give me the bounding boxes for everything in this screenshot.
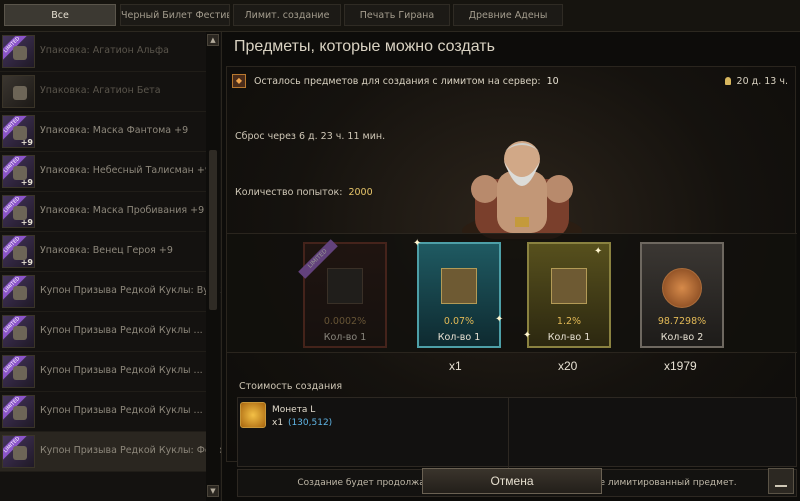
list-item[interactable]: LIMITED +9 Упаковка: Маска Пробивания +9	[0, 192, 206, 232]
reset-timer-text: Сброс через 6 д. 23 ч. 11 мин.	[235, 131, 386, 142]
item-icon: LIMITED	[2, 435, 35, 468]
item-icon: LIMITED +9	[2, 235, 35, 268]
minimize-button[interactable]	[768, 468, 794, 494]
list-item-label: Купон Призыва Редкой Куклы: Вулкан	[40, 285, 222, 296]
list-item[interactable]: LIMITED +9 Упаковка: Небесный Талисман +9	[0, 152, 211, 192]
list-item-label: Упаковка: Маска Пробивания +9	[40, 205, 205, 216]
reward-quantity: Кол-во 1	[437, 332, 481, 343]
reward-item-icon	[441, 268, 477, 304]
reward-multiplier: x20	[558, 359, 578, 373]
list-item[interactable]: LIMITED Купон Призыва Редкой Куклы ...	[0, 392, 206, 432]
list-item[interactable]: LIMITED Купон Призыва Редкой Куклы ...	[0, 352, 206, 392]
reward-multiplier: x1979	[664, 359, 697, 373]
dwarf-character-illustration	[462, 141, 582, 241]
attempts-label: Количество попыток:	[235, 187, 343, 198]
cost-box: Монета L x1 (130,512)	[237, 397, 797, 468]
sparkle-icon: ✦	[523, 330, 532, 341]
craft-item-list: LIMITED Упаковка: Агатион Альфа Упаковка…	[0, 32, 222, 501]
reward-multiplier: x1	[449, 359, 462, 373]
reward-quantity: Кол-во 1	[547, 332, 591, 343]
reward-chance: 0.07%	[443, 316, 475, 327]
cost-required: x1	[272, 418, 284, 428]
reward-chance: 1.2%	[556, 316, 582, 327]
cancel-button[interactable]: Отмена	[422, 468, 602, 494]
scroll-up-button[interactable]: ▲	[207, 34, 219, 46]
list-item-label: Купон Призыва Редкой Куклы ...	[40, 325, 203, 336]
list-item[interactable]: LIMITED +9 Упаковка: Маска Фантома +9	[0, 112, 206, 152]
hourglass-icon	[724, 77, 731, 85]
reward-chance: 98.7298%	[657, 316, 707, 327]
list-item-label: Упаковка: Маска Фантома +9	[40, 125, 189, 136]
item-icon: LIMITED +9	[2, 195, 35, 228]
craft-info-panel: ◆ Осталось предметов для создания с лими…	[226, 66, 797, 497]
reward-item-icon	[551, 268, 587, 304]
enchant-badge: +9	[20, 258, 33, 267]
attempts-value: 2000	[348, 187, 373, 198]
sparkle-icon: ✦	[495, 314, 504, 325]
limit-row: ◆ Осталось предметов для создания с лими…	[232, 72, 792, 92]
item-icon: LIMITED +9	[2, 115, 35, 148]
timer-text: 20 д. 13 ч.	[736, 76, 788, 87]
enchant-badge: +9	[20, 138, 33, 147]
cost-section-title: Стоимость создания	[239, 381, 343, 392]
item-icon: LIMITED	[2, 355, 35, 388]
page-title: Предметы, которые можно создать	[234, 38, 495, 55]
limit-value: 10	[546, 76, 559, 87]
item-icon: LIMITED	[2, 395, 35, 428]
tab-bar: Все Черный Билет Фестиваля Лимит. создан…	[0, 0, 800, 32]
list-item[interactable]: LIMITED +9 Упаковка: Венец Героя +9	[0, 232, 206, 272]
list-item-label: Купон Призыва Редкой Куклы ...	[40, 365, 203, 376]
limit-info: Осталось предметов для создания с лимито…	[254, 76, 559, 87]
reward-card-limited[interactable]: LIMITED 0.0002% Кол-во 1	[298, 239, 387, 348]
item-icon: LIMITED	[2, 315, 35, 348]
reward-card-blue[interactable]: 0.07% Кол-во 1	[417, 242, 501, 348]
craft-detail-panel: Предметы, которые можно создать ◆ Остало…	[222, 32, 800, 501]
list-item[interactable]: LIMITED Купон Призыва Редкой Куклы: Вулк…	[0, 272, 221, 312]
list-scrollbar[interactable]: ▲ ▼	[206, 32, 220, 501]
item-icon: LIMITED	[2, 35, 35, 68]
tab-ancient-adena[interactable]: Древние Адены	[453, 4, 563, 26]
reward-card-gold[interactable]: 1.2% Кол-во 1	[527, 242, 611, 348]
reward-item-icon	[327, 268, 363, 304]
sparkle-icon: ✦	[594, 246, 603, 257]
cost-item-quantity: x1 (130,512)	[272, 418, 332, 428]
list-item[interactable]: Упаковка: Агатион Бета	[0, 72, 206, 112]
item-icon	[2, 75, 35, 108]
item-icon: LIMITED	[2, 275, 35, 308]
reward-chance: 0.0002%	[323, 316, 367, 327]
l-coin-icon	[240, 402, 266, 428]
enchant-badge: +9	[20, 218, 33, 227]
enchant-badge: +9	[20, 178, 33, 187]
cost-item-name: Монета L	[272, 405, 316, 415]
scroll-down-button[interactable]: ▼	[207, 485, 219, 497]
tab-festival-ticket[interactable]: Черный Билет Фестиваля	[120, 4, 230, 26]
item-icon: LIMITED +9	[2, 155, 35, 188]
list-item-selected[interactable]: LIMITED Купон Призыва Редкой Куклы: Феко…	[0, 432, 221, 472]
list-item-label: Упаковка: Агатион Бета	[40, 85, 161, 96]
list-item-label: Упаковка: Агатион Альфа	[40, 45, 169, 56]
cost-owned: (130,512)	[287, 418, 333, 428]
list-item[interactable]: LIMITED Купон Призыва Редкой Куклы ...	[0, 312, 206, 352]
reward-card-gray[interactable]: 98.7298% Кол-во 2	[640, 242, 724, 348]
tab-giran-seal[interactable]: Печать Гирана	[344, 4, 450, 26]
limit-timer: 20 д. 13 ч.	[724, 76, 788, 87]
list-item-label: Купон Призыва Редкой Куклы ...	[40, 405, 203, 416]
list-item-label: Купон Призыва Редкой Куклы: Фекон	[40, 445, 222, 456]
scroll-thumb[interactable]	[209, 150, 217, 310]
reward-item-icon	[662, 268, 702, 308]
tab-all[interactable]: Все	[4, 4, 116, 26]
sparkle-icon: ✦	[413, 238, 422, 249]
attempts-info: Количество попыток: 2000	[235, 187, 373, 198]
reward-cards-row: LIMITED 0.0002% Кол-во 1 0.07% Кол-во 1 …	[227, 233, 797, 353]
reward-quantity: Кол-во 2	[660, 332, 704, 343]
list-item-label: Упаковка: Небесный Талисман +9	[40, 165, 211, 176]
limit-label: Осталось предметов для создания с лимито…	[254, 76, 541, 87]
tab-limited-craft[interactable]: Лимит. создание	[233, 4, 341, 26]
limit-diamond-icon: ◆	[232, 74, 246, 88]
reward-quantity: Кол-во 1	[323, 332, 367, 343]
cost-divider	[508, 398, 509, 468]
list-item-label: Упаковка: Венец Героя +9	[40, 245, 173, 256]
list-item[interactable]: LIMITED Упаковка: Агатион Альфа	[0, 32, 206, 72]
